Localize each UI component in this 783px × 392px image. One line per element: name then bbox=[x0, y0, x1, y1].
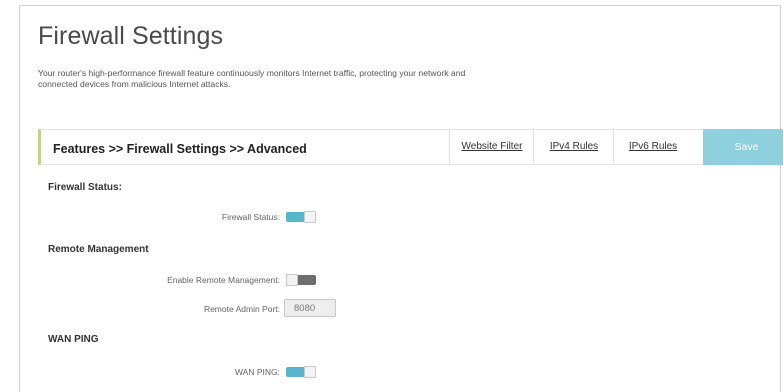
content-frame: Firewall Settings Your router's high-per… bbox=[19, 5, 783, 392]
page-description: Your router's high-performance firewall … bbox=[38, 68, 466, 89]
remote-management-heading: Remote Management bbox=[48, 244, 149, 255]
firewall-status-label: Firewall Status: bbox=[221, 212, 280, 222]
breadcrumb: Features >> Firewall Settings >> Advance… bbox=[53, 142, 307, 156]
remote-admin-port-input[interactable] bbox=[284, 299, 336, 317]
remote-admin-port-label: Remote Admin Port: bbox=[203, 304, 280, 314]
toggle-knob bbox=[304, 211, 316, 223]
wan-ping-heading: WAN PING bbox=[48, 334, 99, 345]
enable-remote-management-label: Enable Remote Management: bbox=[167, 275, 280, 285]
settings-nav-bar: Features >> Firewall Settings >> Advance… bbox=[38, 129, 783, 165]
enable-remote-management-toggle[interactable] bbox=[286, 274, 316, 286]
page-title: Firewall Settings bbox=[38, 22, 224, 50]
tab-ipv6-rules[interactable]: IPv6 Rules bbox=[613, 130, 692, 164]
toggle-knob bbox=[286, 274, 298, 286]
wan-ping-toggle[interactable] bbox=[286, 366, 316, 378]
tab-website-filter[interactable]: Website Filter bbox=[449, 130, 534, 164]
firewall-status-heading: Firewall Status: bbox=[48, 182, 122, 193]
tab-ipv4-rules[interactable]: IPv4 Rules bbox=[533, 130, 614, 164]
firewall-status-toggle[interactable] bbox=[286, 211, 316, 223]
toggle-knob bbox=[304, 366, 316, 378]
wan-ping-label: WAN PING: bbox=[234, 367, 280, 377]
save-button[interactable]: Save bbox=[703, 129, 783, 165]
